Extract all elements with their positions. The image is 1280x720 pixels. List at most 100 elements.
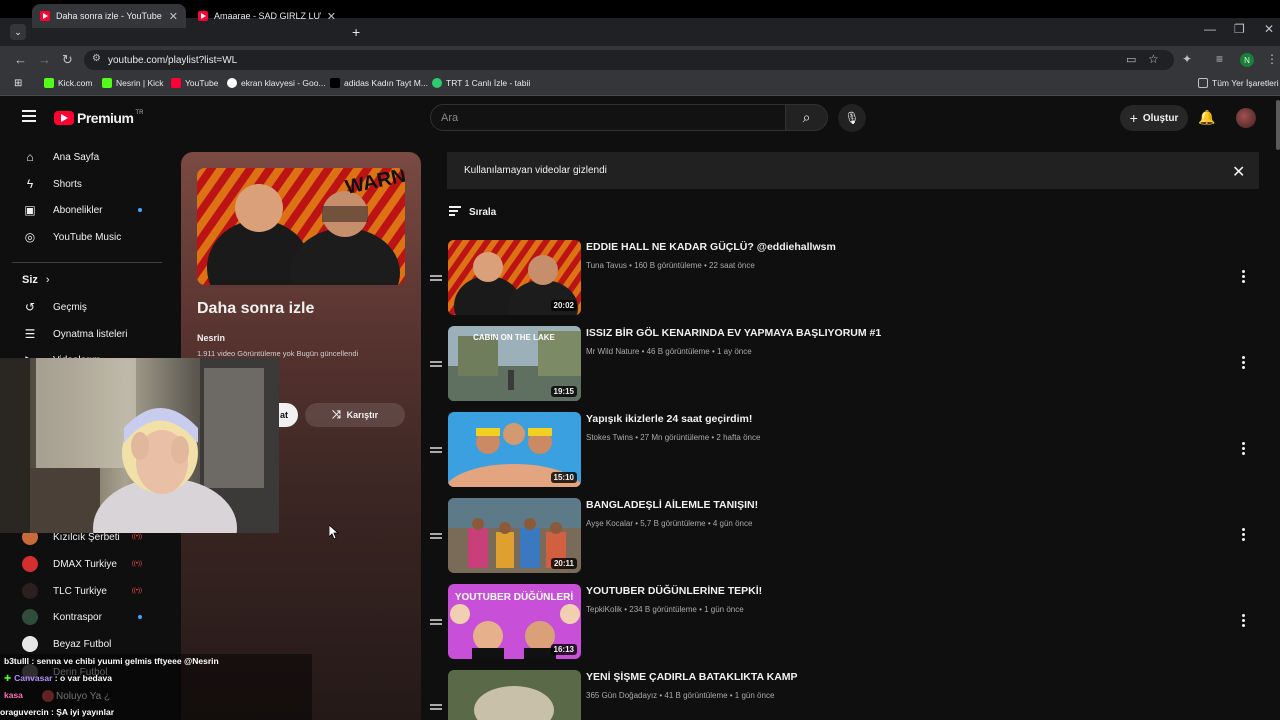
bookmark-star-icon[interactable]: ☆ [1148, 52, 1159, 66]
reload-icon[interactable]: ↻ [62, 52, 73, 68]
video-title[interactable]: Yapışık ikizlerle 24 saat geçirdim! [586, 413, 752, 425]
playlist-owner[interactable]: Nesrin [197, 333, 225, 343]
sort-button[interactable]: Sırala [449, 206, 496, 218]
drag-handle-icon[interactable] [430, 619, 442, 627]
bookmark-nesrin-kick[interactable]: Nesrin | Kick [102, 78, 164, 88]
kick-icon [102, 78, 112, 88]
minimize-icon[interactable]: — [1204, 22, 1216, 36]
sidebar-item-history[interactable]: ↺ Geçmiş [22, 299, 87, 315]
create-button[interactable]: + Oluştur [1120, 105, 1188, 131]
tab-title: Daha sonra izle - YouTube [56, 11, 162, 21]
bookmark-adidas[interactable]: adidas Kadın Tayt M... [330, 78, 428, 88]
logo-text: Premium [77, 110, 134, 126]
sidebar-item-music[interactable]: ◎ YouTube Music [22, 229, 121, 245]
list-item[interactable]: 15:10 Yapışık ikizlerle 24 saat geçirdim… [428, 412, 1258, 492]
extensions-icon[interactable]: ✦ [1182, 52, 1192, 66]
drag-handle-icon[interactable] [430, 361, 442, 369]
more-options-icon[interactable] [1240, 614, 1246, 629]
browser-menu-icon[interactable]: ⋮ [1266, 52, 1278, 66]
playlist-thumbnail-art: WARNING [197, 168, 405, 285]
video-title[interactable]: YOUTUBER DÜĞÜNLERİNE TEPKİ! [586, 585, 762, 597]
bookmark-trt[interactable]: TRT 1 Canlı İzle - tabii [432, 78, 530, 88]
sidebar-item-dmax-turkiye[interactable]: DMAX Turkiye ((•)) [22, 556, 142, 572]
sidebar-item-playlists[interactable]: ☰ Oynatma listeleri [22, 326, 128, 342]
forward-icon[interactable]: → [38, 52, 51, 67]
media-controls-icon[interactable]: ≡ [1216, 52, 1223, 66]
search-input[interactable]: Ara [430, 104, 786, 131]
sidebar-item-subscriptions[interactable]: ▣ Abonelikler [22, 202, 142, 218]
all-bookmarks[interactable]: Tüm Yer İşaretleri [1198, 78, 1279, 88]
browser-tab[interactable]: Amaarae - SAD GIRLZ LUV MO ✕ [190, 4, 344, 28]
video-title[interactable]: ISSIZ BİR GÖL KENARINDA EV YAPMAYA BAŞLI… [586, 327, 881, 339]
tab-close-icon[interactable]: ✕ [169, 10, 178, 23]
video-title[interactable]: YENİ ŞİŞME ÇADIRLA BATAKLIKTA KAMP [586, 671, 798, 683]
list-item[interactable]: YENİ ŞİŞME ÇADIRLA BATAKLIKTA KAMP 365 G… [428, 670, 1258, 720]
list-item[interactable]: CABIN ON THE LAKE 19:15 ISSIZ BİR GÖL KE… [428, 326, 1258, 406]
voice-search-button[interactable]: 🎙 [838, 104, 866, 132]
hamburger-menu-icon[interactable] [22, 110, 36, 122]
sidebar-item-kontraspor[interactable]: Kontraspor [22, 609, 142, 625]
profile-avatar[interactable]: N [1240, 53, 1254, 67]
more-options-icon[interactable] [1240, 270, 1246, 285]
drag-handle-icon[interactable] [430, 533, 442, 541]
playlist-thumbnail[interactable]: WARNING [197, 168, 405, 285]
account-avatar[interactable] [1236, 108, 1256, 128]
sidebar-you-heading[interactable]: Siz › [22, 274, 50, 286]
more-options-icon[interactable] [1240, 528, 1246, 543]
drag-handle-icon[interactable] [430, 447, 442, 455]
home-icon: ⌂ [26, 150, 34, 164]
sidebar-item-tlc-turkiye[interactable]: TLC Turkiye ((•)) [22, 583, 142, 599]
notice-close-icon[interactable]: ✕ [1232, 162, 1245, 182]
tab-close-icon[interactable]: ✕ [327, 10, 336, 23]
video-meta: Ayşe Kocalar • 5,7 B görüntüleme • 4 gün… [586, 519, 753, 528]
shuffle-button[interactable]: ⤨ Karıştır [305, 403, 405, 427]
playlist-title: Daha sonra izle [197, 300, 315, 317]
chat-message: oraguvercin : ŞA iyi yayınlar [0, 707, 114, 717]
video-thumbnail[interactable] [448, 670, 581, 720]
install-app-icon[interactable]: ▭ [1126, 53, 1136, 66]
video-thumbnail[interactable]: 20:11 [448, 498, 581, 573]
address-bar[interactable]: ⚙ youtube.com/playlist?list=WL [84, 50, 1174, 70]
list-item[interactable]: 20:11 BANGLADEŞLİ AİLEMLE TANIŞIN! Ayşe … [428, 498, 1258, 578]
youtube-premium-logo[interactable]: Premium TR [54, 110, 143, 126]
page-scrollbar[interactable] [1276, 100, 1280, 150]
drag-handle-icon[interactable] [430, 275, 442, 283]
play-all-label: at [279, 410, 288, 420]
video-title[interactable]: EDDIE HALL NE KADAR GÜÇLÜ? @eddiehallwsm [586, 241, 836, 253]
list-item[interactable]: YOUTUBER DÜĞÜNLERİ 16:13 YOUTUBER DÜĞÜNL… [428, 584, 1258, 664]
apps-icon[interactable]: ⊞ [14, 78, 22, 89]
sidebar-item-shorts[interactable]: ϟ Shorts [22, 176, 82, 192]
bookmark-youtube[interactable]: YouTube [171, 78, 218, 88]
sidebar-item-home[interactable]: ⌂ Ana Sayfa [22, 149, 99, 165]
video-thumbnail[interactable]: YOUTUBER DÜĞÜNLERİ 16:13 [448, 584, 581, 659]
tab-search-button[interactable]: ⌄ [10, 24, 26, 40]
notifications-bell-icon[interactable]: 🔔 [1198, 109, 1215, 126]
history-icon: ↺ [24, 300, 36, 314]
sidebar-item-beyaz-futbol[interactable]: Beyaz Futbol [22, 636, 111, 652]
more-options-icon[interactable] [1240, 356, 1246, 371]
video-duration: 15:10 [550, 472, 577, 483]
bookmark-google[interactable]: ekran klavyesi - Goo... [227, 78, 326, 88]
browser-tab-active[interactable]: Daha sonra izle - YouTube ✕ [32, 4, 186, 28]
drag-handle-icon[interactable] [430, 704, 442, 712]
video-title[interactable]: BANGLADEŞLİ AİLEMLE TANIŞIN! [586, 499, 758, 511]
more-options-icon[interactable] [1240, 442, 1246, 457]
back-icon[interactable]: ← [14, 52, 27, 67]
video-duration: 19:15 [550, 386, 577, 397]
notice-text: Kullanılamayan videolar gizlendi [464, 165, 607, 176]
thumbnail-text: CABIN ON THE LAKE [473, 333, 555, 342]
new-tab-icon[interactable]: + [352, 24, 360, 40]
chat-text: : o var bedava [52, 673, 112, 683]
list-item[interactable]: 20:02 EDDIE HALL NE KADAR GÜÇLÜ? @eddieh… [428, 240, 1258, 320]
maximize-icon[interactable]: ❐ [1234, 22, 1245, 36]
youtube-favicon-icon [40, 11, 50, 21]
bookmark-kick[interactable]: Kick.com [44, 78, 92, 88]
webcam-overlay [0, 358, 279, 533]
search-button[interactable]: ⌕ [786, 104, 828, 131]
video-thumbnail[interactable]: 20:02 [448, 240, 581, 315]
video-thumbnail[interactable]: CABIN ON THE LAKE 19:15 [448, 326, 581, 401]
site-info-icon[interactable]: ⚙ [92, 53, 101, 64]
window-close-icon[interactable]: ✕ [1264, 22, 1274, 36]
video-thumbnail[interactable]: 15:10 [448, 412, 581, 487]
chat-username: Canvasar [14, 673, 53, 683]
